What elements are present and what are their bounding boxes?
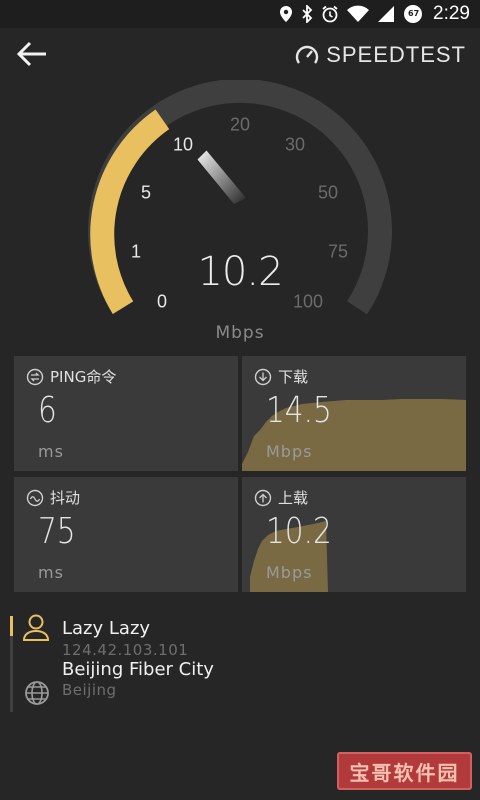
status-time: 2:29 xyxy=(433,3,470,24)
back-arrow-icon xyxy=(16,41,46,67)
jitter-card-header: 抖动 xyxy=(26,487,80,508)
download-value: 14.5 xyxy=(266,390,332,431)
gauge-label-5: 5 xyxy=(140,182,152,203)
ping-card-header: PING命令 xyxy=(26,366,116,387)
download-card: 下载 14.5 Mbps xyxy=(242,356,466,471)
upload-unit: Mbps xyxy=(266,563,313,582)
ping-card: PING命令 6 ms xyxy=(14,356,238,471)
status-icons: 67 2:29 xyxy=(279,0,470,28)
upload-value: 10.2 xyxy=(266,511,332,552)
gauge-label-0: 0 xyxy=(156,291,168,312)
speedtest-brand: SPEEDTEST xyxy=(294,42,466,68)
gauge-label-75: 75 xyxy=(327,241,349,262)
gauge-label-100: 100 xyxy=(292,291,324,312)
jitter-card: 抖动 75 ms xyxy=(14,477,238,592)
upload-icon xyxy=(254,489,272,506)
jitter-title: 抖动 xyxy=(50,489,81,507)
location-icon xyxy=(280,6,293,22)
gauge-label-10: 10 xyxy=(172,134,194,155)
server-city: Beijing xyxy=(62,681,117,699)
gauge-label-30: 30 xyxy=(284,134,306,155)
back-button[interactable] xyxy=(14,38,50,70)
ping-value: 6 xyxy=(38,390,57,431)
upload-title: 上载 xyxy=(278,489,309,507)
signal-icon xyxy=(378,6,395,22)
download-title: 下载 xyxy=(278,368,309,386)
download-card-header: 下载 xyxy=(254,366,308,387)
gauge-label-1: 1 xyxy=(130,241,142,262)
status-bar: 67 2:29 xyxy=(0,0,480,28)
upload-card-header: 上载 xyxy=(254,487,308,508)
bluetooth-icon xyxy=(302,5,313,23)
watermark-badge: 宝哥软件园 xyxy=(337,752,472,790)
gauge-speed-value: 10.2 xyxy=(197,249,283,295)
upload-card: 上载 10.2 Mbps xyxy=(242,477,466,592)
brand-name: SPEEDTEST xyxy=(326,42,466,67)
gauge-needle xyxy=(197,150,246,204)
user-ip: 124.42.103.101 xyxy=(62,641,189,659)
download-icon xyxy=(254,368,272,385)
download-unit: Mbps xyxy=(266,442,313,461)
app-header: SPEEDTEST xyxy=(0,28,480,80)
gauge-progress xyxy=(90,109,170,314)
watermark-text: 宝哥软件园 xyxy=(349,760,460,785)
user-name: Lazy Lazy xyxy=(62,618,151,639)
speed-gauge: 0 1 5 10 20 30 50 75 100 xyxy=(0,78,480,350)
server-info[interactable]: Lazy Lazy 124.42.103.101 Beijing Fiber C… xyxy=(0,610,480,712)
gauge-speed-unit: Mbps xyxy=(215,323,265,343)
ping-icon xyxy=(26,368,44,385)
ping-title: PING命令 xyxy=(50,368,117,386)
jitter-value: 75 xyxy=(38,511,76,552)
gauge-label-50: 50 xyxy=(317,182,339,203)
ping-unit: ms xyxy=(38,442,64,461)
jitter-icon xyxy=(26,489,44,506)
battery-icon: 67 xyxy=(403,4,423,24)
gauge-label-20: 20 xyxy=(229,114,251,135)
jitter-unit: ms xyxy=(38,563,64,582)
battery-level: 67 xyxy=(408,9,420,18)
alarm-icon xyxy=(322,5,338,23)
user-icon xyxy=(22,614,50,641)
wifi-icon xyxy=(347,5,370,22)
server-host-name: Beijing Fiber City xyxy=(62,659,214,680)
speedtest-logo-icon xyxy=(296,45,319,64)
server-active-indicator xyxy=(10,616,13,636)
globe-icon xyxy=(25,681,49,705)
